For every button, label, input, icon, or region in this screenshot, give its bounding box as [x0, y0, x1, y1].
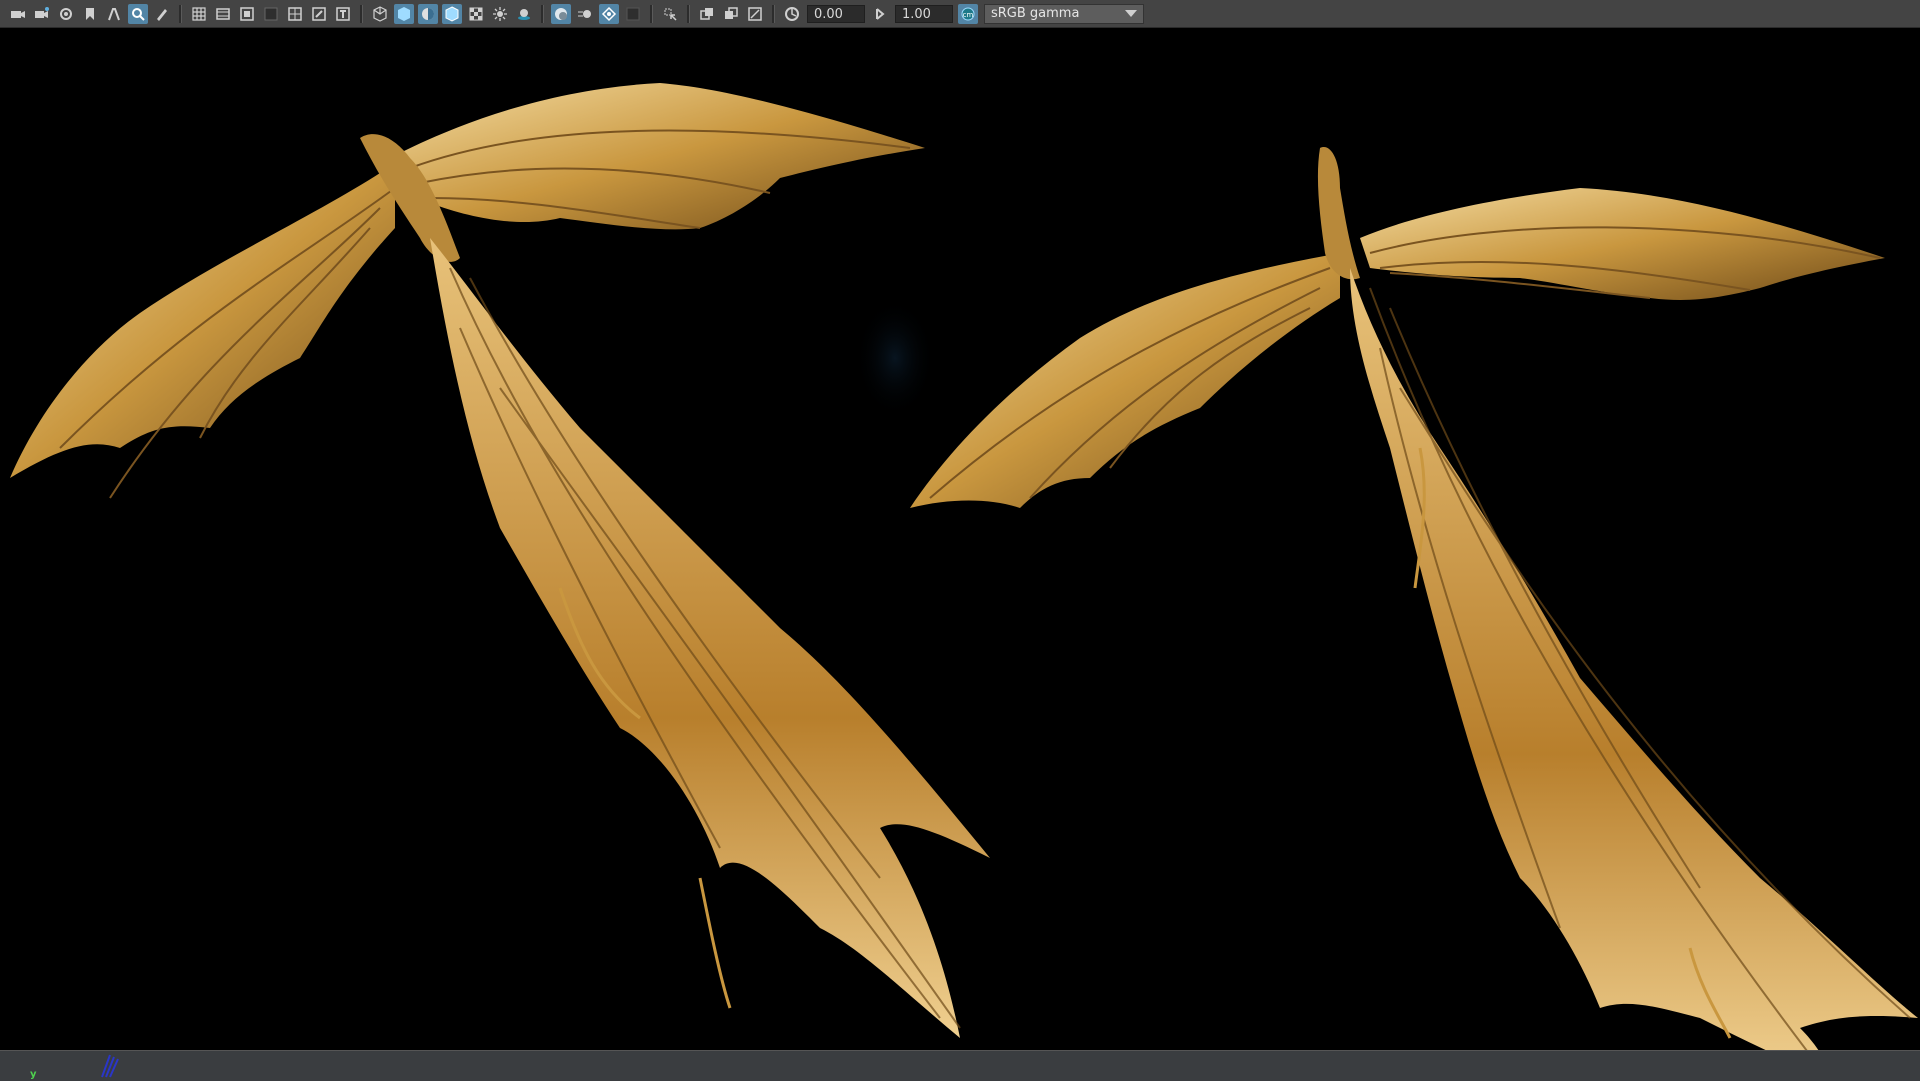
toolbar-separator — [360, 4, 363, 23]
default-material-button[interactable] — [418, 3, 438, 24]
viewport-panel-toolbar: 0.00 1.00 cm sRGB gamma — [0, 0, 1920, 28]
isolate-select-button[interactable] — [660, 4, 680, 24]
shadows-button[interactable] — [514, 4, 534, 24]
anti-aliasing-icon — [601, 6, 617, 21]
phoenix-model-left[interactable] — [10, 83, 990, 1038]
3d-viewport[interactable] — [0, 28, 1920, 1050]
view-transform-label: sRGB gamma — [991, 5, 1080, 21]
use-all-lights-icon — [493, 6, 507, 21]
view-axis-y-label: y — [30, 1069, 37, 1080]
grease-pencil-button[interactable] — [152, 4, 172, 24]
film-gate-button[interactable] — [213, 4, 233, 24]
wireframe-on-shaded-icon — [445, 5, 459, 22]
screen-space-ao-icon — [555, 7, 567, 20]
camera-attributes-button[interactable] — [32, 4, 52, 24]
xray-active-components-button[interactable] — [745, 4, 765, 24]
safe-title-icon — [336, 6, 350, 21]
2d-pan-zoom-icon — [132, 7, 145, 21]
field-chart-button[interactable] — [285, 4, 305, 24]
color-management-icon: cm — [961, 7, 975, 20]
shadows-icon — [518, 8, 530, 20]
smooth-shade-button[interactable] — [394, 3, 414, 24]
phoenix-model-right[interactable] — [910, 147, 1918, 1050]
chevron-down-icon — [1125, 10, 1137, 17]
textured-button[interactable] — [466, 4, 486, 24]
toolbar-separator — [687, 4, 690, 23]
2d-pan-zoom-button[interactable] — [128, 3, 148, 24]
toolbar-separator — [772, 4, 775, 23]
gate-mask-icon — [264, 7, 278, 20]
grid-button[interactable] — [189, 4, 209, 24]
image-plane-button[interactable] — [104, 4, 124, 24]
toolbar-separator — [179, 4, 182, 23]
exposure-reset-icon — [785, 6, 799, 21]
viewport-render — [10, 83, 1918, 1050]
xray-active-components-icon — [748, 6, 762, 21]
viewport-status-bar: y — [0, 1050, 1920, 1081]
smooth-shade-icon — [398, 6, 410, 21]
safe-action-icon — [312, 6, 326, 21]
gamma-field[interactable]: 1.00 — [895, 4, 953, 23]
depth-of-field-icon — [626, 7, 640, 20]
gamma-icon — [876, 7, 885, 20]
toolbar-separator — [541, 4, 544, 23]
camera-icon — [11, 10, 25, 18]
motion-blur-icon — [578, 9, 591, 18]
textured-icon — [469, 7, 483, 20]
camera-snapshot-button[interactable] — [56, 4, 76, 24]
exposure-reset-button[interactable] — [782, 4, 802, 24]
camera-attributes-icon — [35, 6, 49, 18]
view-transform-dropdown[interactable]: sRGB gamma — [984, 3, 1144, 24]
toolbar-separator — [650, 4, 653, 23]
depth-of-field-button[interactable] — [623, 4, 643, 24]
film-gate-icon — [216, 7, 230, 20]
svg-text:cm: cm — [963, 11, 974, 19]
grid-icon — [192, 6, 206, 21]
color-management-button[interactable]: cm — [958, 3, 978, 24]
isolate-select-icon — [664, 8, 677, 21]
xray-joints-icon — [725, 6, 738, 19]
wireframe-icon — [373, 5, 387, 22]
screen-space-ao-button[interactable] — [551, 3, 571, 24]
safe-action-button[interactable] — [309, 4, 329, 24]
xray-joints-button[interactable] — [721, 4, 741, 24]
resolution-gate-button[interactable] — [237, 4, 257, 24]
bookmark-button[interactable] — [80, 4, 100, 24]
anti-aliasing-button[interactable] — [599, 3, 619, 24]
xray-icon — [700, 7, 713, 20]
camera-button[interactable] — [8, 4, 28, 24]
bookmark-icon — [86, 7, 94, 20]
safe-title-button[interactable] — [333, 4, 353, 24]
field-chart-icon — [288, 6, 302, 21]
use-all-lights-button[interactable] — [490, 4, 510, 24]
camera-snapshot-icon — [60, 7, 72, 20]
wireframe-on-shaded-button[interactable] — [442, 3, 462, 24]
default-material-icon — [422, 7, 434, 20]
motion-blur-button[interactable] — [575, 4, 595, 24]
xray-button[interactable] — [697, 4, 717, 24]
wireframe-button[interactable] — [370, 4, 390, 24]
image-plane-icon — [108, 7, 120, 20]
gamma-button[interactable] — [870, 4, 890, 24]
view-axis-gizmo-icon — [101, 1054, 119, 1078]
gate-mask-button[interactable] — [261, 4, 281, 24]
resolution-gate-icon — [240, 6, 254, 21]
grease-pencil-icon — [157, 8, 167, 21]
exposure-field[interactable]: 0.00 — [807, 4, 865, 23]
